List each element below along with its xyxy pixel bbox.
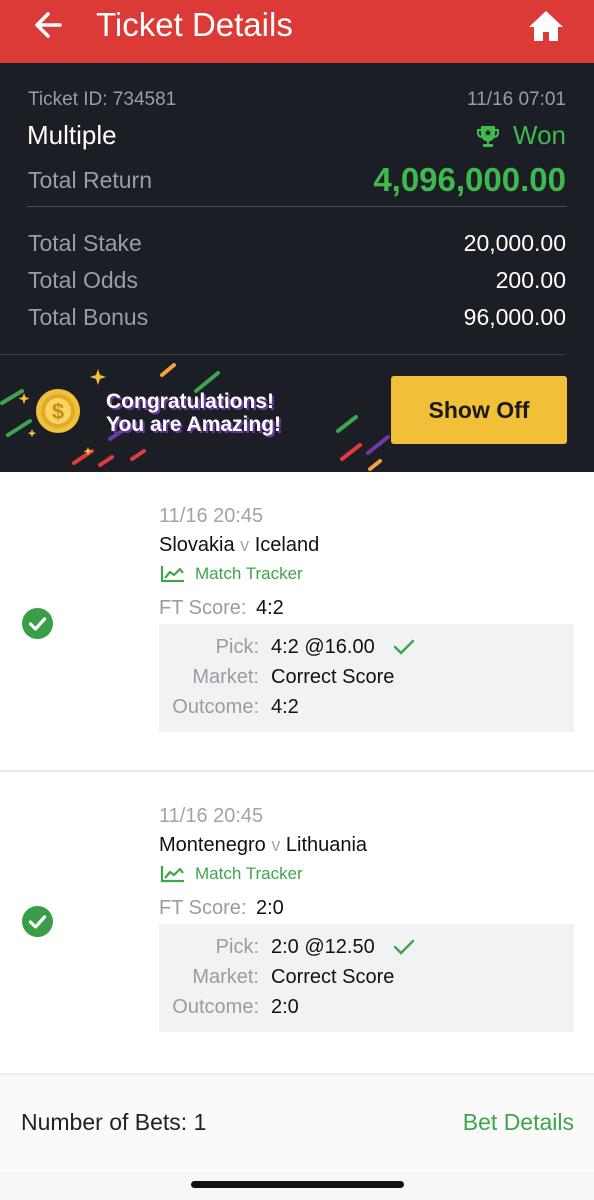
ticket-datetime: 11/16 07:01 [467, 89, 566, 110]
market-label: Market: [192, 966, 259, 988]
status-text: Won [513, 120, 566, 150]
ft-score-label: FT Score: [159, 597, 247, 619]
pick-label: Pick: [215, 636, 259, 658]
status-badge: Won [475, 120, 566, 151]
bet-type: Multiple [27, 120, 117, 150]
market-value: Correct Score [271, 966, 395, 988]
total-odds-label: Total Odds [28, 267, 138, 293]
ft-score: FT Score: 2:0 [159, 897, 284, 920]
bet-leg-1: 11/16 20:45 Slovakia v Iceland Match Tra… [0, 472, 594, 771]
chart-line-icon [160, 566, 184, 583]
check-circle-icon [22, 608, 53, 639]
congrats-line-1: Congratulations! [106, 390, 274, 413]
match-tracker-label: Match Tracker [195, 564, 303, 583]
match-teams: Montenegro v Lithuania [159, 834, 367, 857]
pick-value: 4:2 @16.00 [271, 636, 375, 658]
total-odds-value: 200.00 [495, 267, 566, 293]
pick-details: Pick: 4:2 @16.00 Market: Correct Score O… [159, 624, 574, 732]
trophy-icon [477, 125, 499, 147]
outcome-value: 4:2 [271, 696, 299, 718]
congrats-text: Congratulations! You are Amazing! [106, 390, 281, 436]
ft-score-value: 4:2 [256, 597, 284, 619]
number-of-bets: Number of Bets: 1 [21, 1109, 207, 1135]
bet-leg-2: 11/16 20:45 Montenegro v Lithuania Match… [0, 772, 594, 1071]
away-team: Iceland [254, 534, 320, 556]
ft-score-value: 2:0 [256, 897, 284, 919]
outcome-label: Outcome: [172, 996, 259, 1018]
match-teams: Slovakia v Iceland [159, 534, 319, 557]
home-team: Slovakia [159, 534, 235, 556]
match-datetime: 11/16 20:45 [159, 805, 264, 827]
ft-score-label: FT Score: [159, 897, 247, 919]
pick-details: Pick: 2:0 @12.50 Market: Correct Score O… [159, 924, 574, 1032]
bet-list: 11/16 20:45 Slovakia v Iceland Match Tra… [0, 472, 594, 1172]
total-return-label: Total Return [28, 167, 153, 193]
ft-score: FT Score: 4:2 [159, 597, 284, 620]
match-datetime: 11/16 20:45 [159, 505, 264, 527]
ticket-footer: Number of Bets: 1 Bet Details [0, 1073, 594, 1170]
page-title: Ticket Details [96, 6, 293, 43]
arrow-left-icon[interactable] [30, 10, 70, 40]
dollar-coin-icon: $ [36, 389, 80, 433]
ticket-summary: Ticket ID: 734581 11/16 07:01 Multiple W… [0, 63, 594, 472]
market-value: Correct Score [271, 666, 395, 688]
svg-text:$: $ [52, 399, 64, 424]
bet-details-link[interactable]: Bet Details [463, 1109, 574, 1136]
pick-value: 2:0 @12.50 [271, 936, 375, 958]
away-team: Lithuania [285, 834, 368, 856]
total-bonus-label: Total Bonus [28, 304, 149, 330]
versus-label: v [240, 535, 250, 555]
match-tracker-label: Match Tracker [195, 864, 303, 883]
check-circle-icon [22, 906, 53, 937]
show-off-button[interactable]: Show Off [391, 376, 567, 444]
home-team: Montenegro [159, 834, 266, 856]
pick-label: Pick: [215, 936, 259, 958]
summary-divider [27, 206, 567, 207]
total-bonus-value: 96,000.00 [463, 304, 566, 330]
market-label: Market: [192, 666, 259, 688]
outcome-label: Outcome: [172, 696, 259, 718]
chart-line-icon [160, 866, 184, 883]
total-stake-value: 20,000.00 [463, 230, 566, 256]
home-icon[interactable] [526, 8, 566, 44]
versus-label: v [271, 835, 281, 855]
outcome-value: 2:0 [271, 996, 299, 1018]
home-indicator [191, 1181, 404, 1188]
total-stake-label: Total Stake [28, 230, 142, 256]
match-tracker-link[interactable]: Match Tracker [160, 564, 303, 584]
checkmark-icon [393, 639, 415, 655]
checkmark-icon [393, 939, 415, 955]
congrats-line-2: You are Amazing! [106, 413, 282, 436]
total-return-value: 4,096,000.00 [373, 161, 566, 198]
top-bar: Ticket Details [0, 0, 594, 63]
match-tracker-link[interactable]: Match Tracker [160, 864, 303, 884]
ticket-id: Ticket ID: 734581 [28, 89, 177, 110]
